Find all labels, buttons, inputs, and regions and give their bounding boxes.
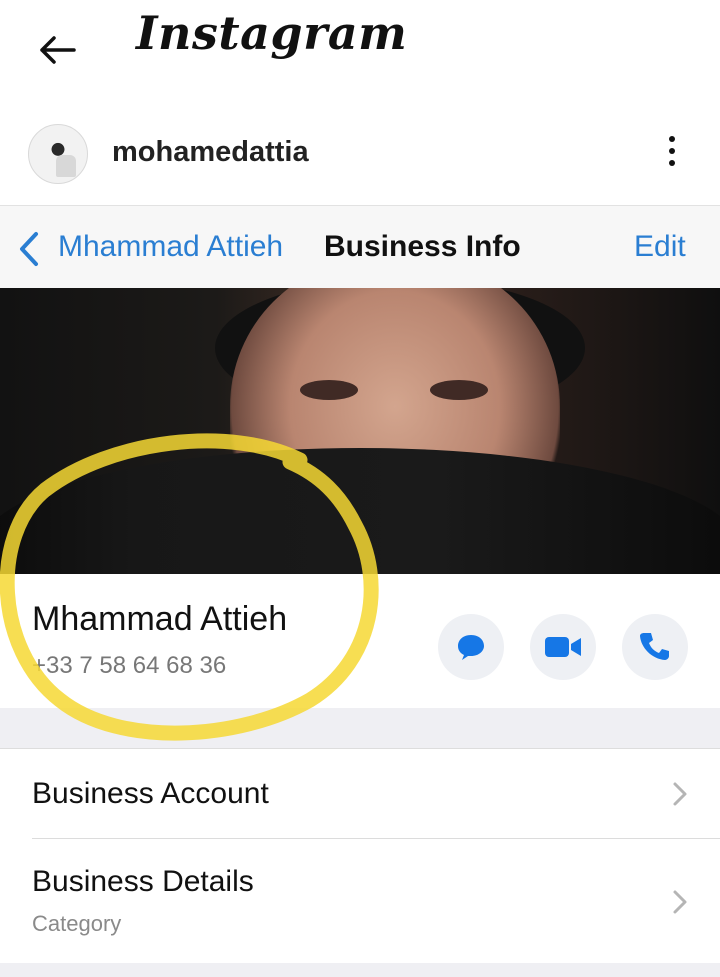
- video-call-button[interactable]: [530, 614, 596, 680]
- video-call-icon: [545, 637, 581, 657]
- photo-jacket: [0, 448, 720, 574]
- chevron-left-icon[interactable]: [16, 230, 42, 268]
- avatar[interactable]: [28, 124, 88, 184]
- nav-back-button[interactable]: Mhammad Attieh: [58, 230, 283, 264]
- bottom-spacer: [0, 963, 720, 977]
- chat-icon: [458, 635, 484, 660]
- phone-icon: [640, 633, 669, 660]
- chevron-right-icon: [673, 782, 687, 806]
- profile-photo: [0, 288, 720, 574]
- edit-button[interactable]: Edit: [634, 230, 686, 264]
- photo-eye-left: [300, 380, 358, 400]
- business-account-row[interactable]: Business Account: [0, 749, 720, 839]
- business-info-nav-bar: Mhammad Attieh Business Info Edit: [0, 205, 720, 288]
- message-button[interactable]: [438, 614, 504, 680]
- voice-call-button[interactable]: [622, 614, 688, 680]
- back-arrow-icon[interactable]: [30, 22, 86, 78]
- row-subtitle: Category: [32, 911, 122, 936]
- more-options-icon[interactable]: [662, 136, 682, 172]
- nav-title: Business Info: [324, 230, 521, 263]
- row-title: Business Account: [32, 777, 269, 810]
- contact-phone[interactable]: +33 7 58 64 68 36: [32, 652, 226, 680]
- instagram-logo: Instagram: [136, 6, 408, 60]
- photo-eye-right: [430, 380, 488, 400]
- section-spacer: [0, 708, 720, 748]
- instagram-header: Instagram: [0, 0, 720, 95]
- business-options-list: Business Account Business Details Catego…: [0, 748, 720, 964]
- chevron-right-icon: [673, 890, 687, 914]
- contact-card: Mhammad Attieh +33 7 58 64 68 36: [0, 574, 720, 709]
- contact-name: Mhammad Attieh: [32, 600, 288, 638]
- username[interactable]: mohamedattia: [112, 136, 309, 169]
- post-header: mohamedattia: [0, 110, 720, 205]
- row-title: Business Details: [32, 865, 254, 898]
- business-details-row[interactable]: Business Details Category: [0, 839, 720, 964]
